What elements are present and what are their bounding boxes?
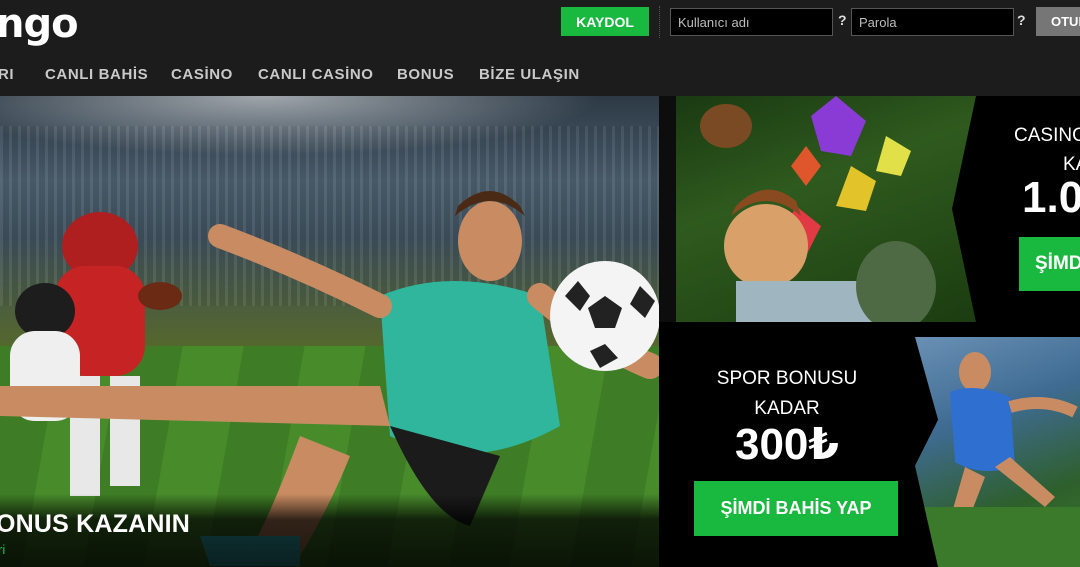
main-nav: RI CANLI BAHİS CASİNO CANLI CASİNO BONUS… [0,56,1080,96]
nav-item-contact[interactable]: BİZE ULAŞIN [479,66,580,83]
register-button[interactable]: KAYDOL [561,7,649,36]
casino-cta-button[interactable]: ŞİMD [1019,237,1080,291]
soccer-player-illustration [915,352,1080,567]
nav-item-casino[interactable]: CASİNO [171,66,233,83]
header-divider [659,6,660,38]
gems-illustration [700,96,936,322]
sport-bonus-line2: KADAR [754,398,820,419]
soccer-ball-icon [550,261,659,371]
hero-subtitle-link[interactable]: ri [0,542,5,557]
sport-bonus-line1: SPOR BONUSU [716,368,858,389]
hero-slider[interactable]: ONUS KAZANIN ri [0,96,659,567]
sport-bonus-amount: 300₺ [734,420,840,469]
casino-game-artwork [676,96,976,322]
brand-logo[interactable]: ngo [0,2,79,46]
username-help-icon[interactable]: ? [838,12,847,28]
sport-bet-now-button[interactable]: ŞİMDİ BAHİS YAP [694,481,898,536]
username-input[interactable] [670,8,833,36]
nav-item-live-casino[interactable]: CANLI CASİNO [258,66,374,83]
casino-bonus-amount: 1.0 [1022,173,1080,222]
casino-bonus-banner[interactable]: CASINO KA 1.0 ŞİMD [676,96,1080,322]
sport-player-artwork [915,337,1080,567]
casino-bonus-line1: CASINO [1014,125,1080,146]
password-help-icon[interactable]: ? [1017,12,1026,28]
nav-item-sports[interactable]: RI [0,66,14,83]
top-header: ngo KAYDOL ? ? OTUR RI CANLI BAHİS CASİN… [0,0,1080,96]
password-input[interactable] [851,8,1014,36]
hero-title: ONUS KAZANIN [0,510,191,538]
nav-item-live-betting[interactable]: CANLI BAHİS [45,66,148,83]
nav-item-bonus[interactable]: BONUS [397,66,454,83]
login-button[interactable]: OTUR [1036,7,1080,36]
sport-bonus-banner[interactable]: SPOR BONUSU KADAR 300₺ ŞİMDİ BAHİS YAP [659,322,1080,567]
